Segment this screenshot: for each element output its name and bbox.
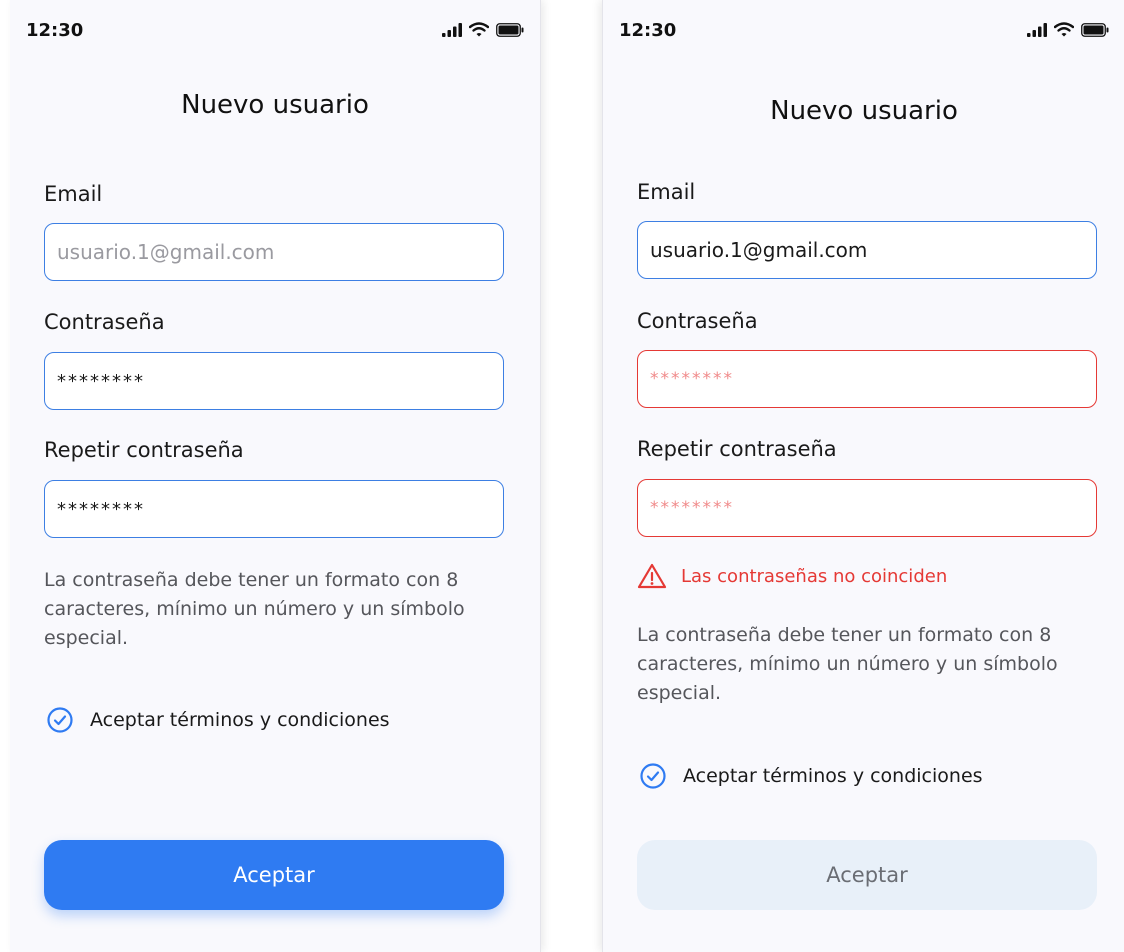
warning-icon bbox=[637, 563, 667, 589]
password-label: Contraseña bbox=[637, 309, 758, 333]
repeat-password-label: Repetir contraseña bbox=[44, 438, 244, 462]
battery-icon bbox=[496, 22, 524, 37]
wifi-icon bbox=[1054, 22, 1074, 37]
phone-screen-error: 12:30 Nuevo usuario Email usuario.1@gmai… bbox=[602, 0, 1124, 952]
email-input[interactable]: usuario.1@gmail.com bbox=[637, 221, 1097, 279]
password-input[interactable]: ******** bbox=[637, 350, 1097, 408]
email-label: Email bbox=[44, 182, 103, 206]
password-input[interactable]: ******** bbox=[44, 352, 504, 410]
password-label: Contraseña bbox=[44, 310, 165, 334]
status-bar: 12:30 bbox=[10, 0, 540, 60]
wifi-icon bbox=[469, 22, 489, 37]
accept-button[interactable]: Aceptar bbox=[44, 840, 504, 910]
email-label: Email bbox=[637, 180, 696, 204]
terms-label: Aceptar términos y condiciones bbox=[90, 709, 390, 731]
phone-screen-default: 12:30 Nuevo usuario Email usuario.1@gmai… bbox=[10, 0, 541, 952]
stage: 12:30 Nuevo usuario Email usuario.1@gmai… bbox=[0, 0, 1124, 952]
signal-icon bbox=[1027, 22, 1047, 37]
status-icons bbox=[442, 22, 524, 37]
terms-label: Aceptar términos y condiciones bbox=[683, 765, 983, 787]
terms-checkbox[interactable]: Aceptar términos y condiciones bbox=[46, 706, 390, 734]
repeat-password-label: Repetir contraseña bbox=[637, 437, 837, 461]
check-circle-icon bbox=[47, 707, 73, 733]
status-time: 12:30 bbox=[26, 20, 84, 41]
status-time: 12:30 bbox=[619, 20, 677, 41]
password-help-text: La contraseña debe tener un formato con … bbox=[44, 569, 465, 649]
accept-button[interactable]: Aceptar bbox=[637, 840, 1097, 910]
signal-icon bbox=[442, 22, 462, 37]
password-mismatch-error: Las contraseñas no coinciden bbox=[637, 562, 947, 590]
battery-icon bbox=[1081, 22, 1109, 37]
password-help-text: La contraseña debe tener un formato con … bbox=[637, 624, 1058, 704]
terms-checkbox[interactable]: Aceptar términos y condiciones bbox=[639, 762, 983, 790]
error-message: Las contraseñas no coinciden bbox=[681, 565, 948, 587]
page-title: Nuevo usuario bbox=[770, 96, 958, 126]
check-circle-icon bbox=[640, 763, 666, 789]
repeat-password-input[interactable]: ******** bbox=[637, 479, 1097, 537]
page-title: Nuevo usuario bbox=[181, 90, 369, 120]
email-input[interactable]: usuario.1@gmail.com bbox=[44, 223, 504, 281]
status-bar: 12:30 bbox=[603, 0, 1124, 60]
repeat-password-input[interactable]: ******** bbox=[44, 480, 504, 538]
status-icons bbox=[1027, 22, 1109, 37]
